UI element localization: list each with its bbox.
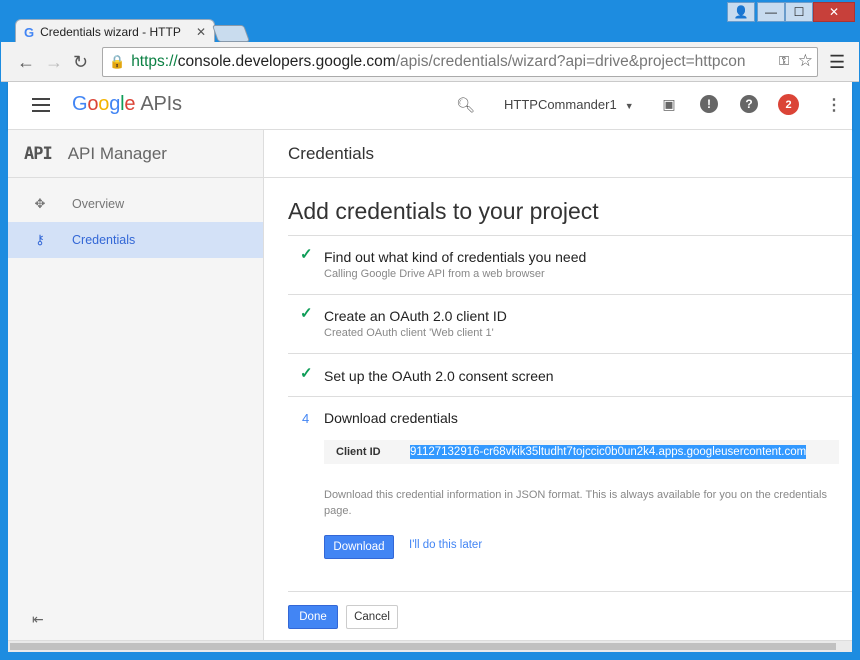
search-icon[interactable]: 🔍︎ — [456, 96, 475, 114]
bookmark-star-icon[interactable]: ☆ — [798, 51, 813, 71]
step-2: ✓ Create an OAuth 2.0 client ID Created … — [288, 295, 852, 354]
feedback-icon[interactable]: ! — [700, 95, 718, 113]
client-id-value[interactable]: 91127132916-cr68vkik35ltudht7tojccic0b0u… — [410, 445, 807, 459]
api-logo: API — [24, 143, 53, 164]
forward-arrow-icon[interactable]: → — [45, 52, 63, 73]
scrollbar-thumb[interactable] — [10, 643, 836, 650]
overview-icon: ✥ — [34, 196, 46, 211]
tab-title: Credentials wizard - HTTP — [40, 25, 181, 39]
gift-icon[interactable]: ▣ — [660, 95, 678, 113]
back-arrow-icon[interactable]: ← — [17, 52, 35, 73]
main-content: Credentials Add credentials to your proj… — [264, 130, 852, 640]
address-bar[interactable]: 🔒 https:// console.developers.google.com… — [102, 47, 818, 77]
sidebar-header: API API Manager — [8, 130, 263, 178]
checkmark-icon: ✓ — [300, 246, 313, 263]
step-subtitle: Created OAuth client 'Web client 1' — [324, 327, 494, 339]
browser-toolbar: ← → ↻ 🔒 https:// console.developers.goog… — [1, 42, 859, 82]
step-subtitle: Calling Google Drive API from a web brow… — [324, 268, 545, 280]
browser-menu-icon[interactable]: ☰ — [829, 52, 845, 73]
app-header: Google APIs 🔍︎ HTTPCommander1 ▼ ▣ ! ? 2 ⋮ — [8, 82, 852, 130]
step-3: ✓ Set up the OAuth 2.0 consent screen — [288, 354, 852, 397]
horizontal-scrollbar[interactable] — [8, 640, 852, 652]
project-selector[interactable]: HTTPCommander1 ▼ — [504, 97, 634, 112]
checkmark-icon: ✓ — [300, 305, 313, 322]
key-icon: ⚷ — [35, 232, 45, 247]
collapse-sidebar-icon[interactable]: ⇤ — [32, 611, 44, 628]
sidebar-item-overview[interactable]: ✥ Overview — [8, 186, 263, 222]
step-number: 4 — [302, 411, 310, 426]
download-note: Download this credential information in … — [324, 489, 827, 517]
project-name: HTTPCommander1 — [504, 97, 617, 112]
new-tab-button[interactable] — [211, 25, 251, 42]
sidebar-item-credentials[interactable]: ⚷ Credentials — [8, 222, 263, 258]
logo-google: Google — [72, 93, 136, 115]
browser-tab[interactable]: G Credentials wizard - HTTP ✕ — [15, 19, 215, 44]
google-g-icon: G — [24, 24, 35, 40]
browser-titlebar: G Credentials wizard - HTTP ✕ 👤 — ☐ ✕ — [1, 1, 859, 44]
lock-icon: 🔒 — [109, 54, 126, 69]
notifications-badge[interactable]: 2 — [778, 94, 799, 115]
step-1: ✓ Find out what kind of credentials you … — [288, 236, 852, 295]
sidebar: API API Manager ✥ Overview ⚷ Credentials… — [8, 130, 264, 640]
google-apis-logo[interactable]: Google APIs — [72, 93, 182, 116]
client-id-label: Client ID — [336, 446, 381, 458]
hamburger-menu-icon[interactable] — [32, 98, 50, 112]
cancel-button[interactable]: Cancel — [346, 605, 398, 629]
key-icon[interactable]: ⚿ — [779, 53, 789, 69]
more-options-icon[interactable]: ⋮ — [826, 95, 842, 115]
tab-close-icon[interactable]: ✕ — [196, 25, 206, 39]
step-title: Create an OAuth 2.0 client ID — [324, 308, 507, 324]
step-title: Download credentials — [324, 410, 458, 426]
url-scheme: https:// — [131, 53, 178, 70]
reload-icon[interactable]: ↻ — [73, 52, 88, 73]
logo-apis: APIs — [140, 93, 182, 115]
user-profile-button[interactable]: 👤 — [727, 2, 755, 22]
help-icon[interactable]: ? — [740, 95, 758, 113]
steps-list: ✓ Find out what kind of credentials you … — [288, 235, 852, 592]
step-4: 4 Download credentials Client ID 9112713… — [288, 397, 852, 592]
close-window-button[interactable]: ✕ — [813, 2, 855, 22]
checkmark-icon: ✓ — [300, 365, 313, 382]
minimize-button[interactable]: — — [757, 2, 785, 22]
step-title: Find out what kind of credentials you ne… — [324, 249, 587, 265]
maximize-button[interactable]: ☐ — [785, 2, 813, 22]
done-button[interactable]: Done — [288, 605, 338, 629]
url-host: console.developers.google.com — [177, 53, 396, 70]
later-link[interactable]: I'll do this later — [409, 539, 482, 551]
chevron-down-icon: ▼ — [624, 101, 634, 111]
sidebar-item-label: Overview — [72, 197, 125, 211]
sidebar-item-label: Credentials — [72, 233, 136, 247]
step-title: Set up the OAuth 2.0 consent screen — [324, 368, 554, 384]
page-header: Credentials — [264, 130, 852, 178]
page-title: Add credentials to your project — [288, 198, 599, 224]
client-id-row: Client ID 91127132916-cr68vkik35ltudht7t… — [324, 440, 839, 464]
download-button[interactable]: Download — [324, 535, 394, 559]
url-path: /apis/credentials/wizard?api=drive&proje… — [395, 53, 746, 70]
sidebar-title: API Manager — [67, 143, 167, 163]
